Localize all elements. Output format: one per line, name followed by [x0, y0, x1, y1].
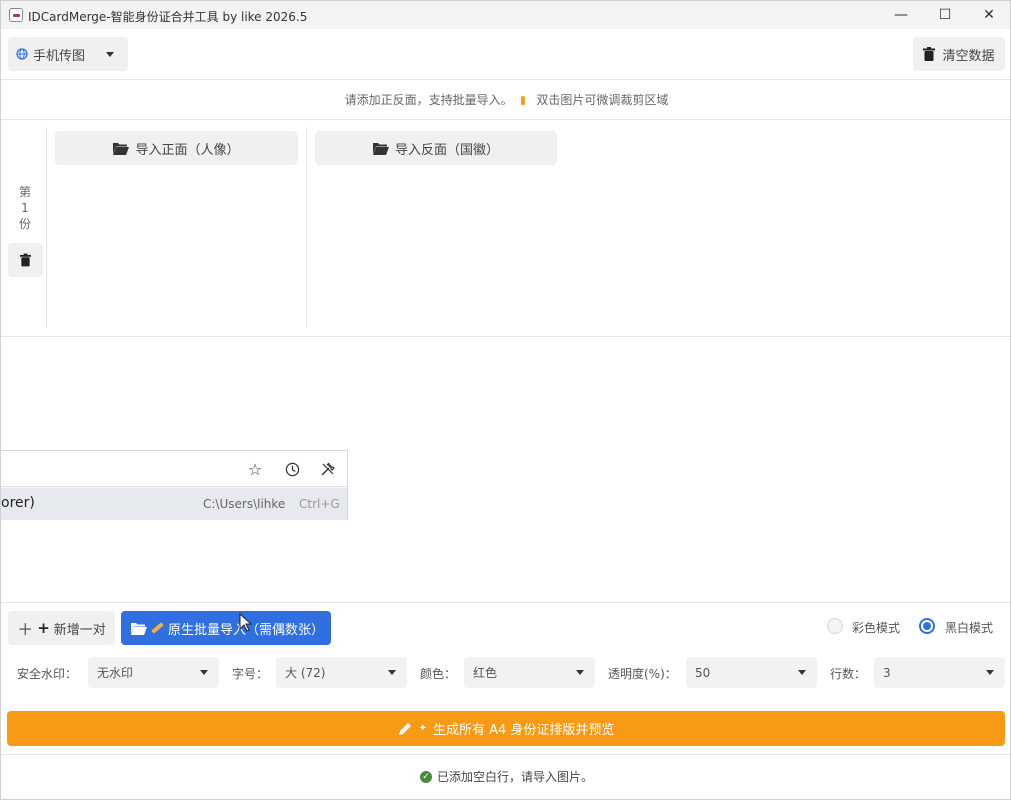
opacity-select[interactable]: 50 — [686, 657, 817, 688]
folder-open-icon — [113, 142, 130, 155]
check-circle-icon: ✓ — [419, 770, 432, 783]
color-mode-radio[interactable] — [827, 618, 843, 634]
hint-text: 请添加正反面，支持批量导入。 双击图片可微调裁剪区域 — [344, 93, 669, 107]
chevron-down-icon — [576, 670, 584, 675]
window-title: IDCardMerge-智能身份证合并工具 by like 2026.5 — [28, 10, 308, 24]
phone-upload-dropdown[interactable]: 手机传图 — [8, 37, 128, 71]
divider — [1, 119, 1010, 120]
bw-mode-label: 黑白模式 — [945, 621, 994, 635]
popup-item-text: orer) — [1, 495, 35, 511]
popup-item-shortcut: Ctrl+G — [299, 497, 340, 511]
divider — [306, 127, 307, 328]
clear-data-label: 清空数据 — [942, 48, 995, 64]
trash-icon — [20, 253, 31, 267]
phone-upload-label: 手机传图 — [33, 48, 86, 64]
title-bar: IDCardMerge-智能身份证合并工具 by like 2026.5 — ☐… — [1, 1, 1010, 29]
chevron-down-icon — [986, 670, 994, 675]
clear-data-button[interactable]: 清空数据 — [913, 37, 1005, 71]
maximize-button[interactable]: ☐ — [922, 1, 968, 29]
plus-icon: ＋ — [17, 620, 34, 639]
folder-open-icon — [372, 142, 389, 155]
close-button[interactable]: ✕ — [966, 1, 1010, 29]
opacity-label: 透明度(%)： — [608, 667, 677, 681]
rows-label: 行数： — [830, 667, 867, 681]
chevron-down-icon — [798, 670, 806, 675]
status-bar: ✓ 已添加空白行，请导入图片。 — [1, 768, 1010, 785]
globe-icon — [16, 48, 28, 60]
pin-icon — [520, 96, 525, 105]
font-size-label: 字号： — [232, 667, 269, 681]
watermark-select[interactable]: 无水印 — [88, 657, 219, 688]
status-text: 已添加空白行，请导入图片。 — [436, 770, 593, 784]
import-back-label: 导入反面（国徽） — [394, 142, 499, 158]
import-front-button[interactable]: 导入正面（人像） — [55, 131, 298, 165]
overlay-popup: ☆ orer) C:\Users\lihke Ctrl+G — [1, 450, 348, 520]
font-size-select[interactable]: 大 (72) — [276, 657, 407, 688]
divider — [1, 336, 1010, 337]
plus-icon: + — [37, 619, 50, 637]
batch-import-button[interactable]: 原生批量导入（需偶数张） — [121, 611, 331, 645]
app-window: IDCardMerge-智能身份证合并工具 by like 2026.5 — ☐… — [0, 0, 1011, 800]
card-label-char: 第 — [18, 185, 31, 199]
bw-mode-radio[interactable] — [919, 618, 935, 634]
magic-wand-icon — [151, 622, 164, 634]
import-front-label: 导入正面（人像） — [135, 142, 240, 158]
popup-item-path: C:\Users\lihke — [203, 497, 286, 511]
popup-list-item[interactable]: orer) C:\Users\lihke Ctrl+G — [1, 488, 347, 520]
card-label-char: 份 — [18, 217, 31, 231]
minimize-button[interactable]: — — [878, 1, 924, 29]
delete-card-button[interactable] — [8, 243, 43, 277]
divider — [1, 754, 1010, 755]
divider — [46, 127, 47, 328]
rows-select[interactable]: 3 — [874, 657, 1005, 688]
popup-toolbar: ☆ — [1, 451, 347, 487]
chevron-down-icon — [106, 51, 115, 57]
chevron-down-icon — [200, 670, 208, 675]
star-icon[interactable]: ☆ — [245, 459, 265, 479]
folder-open-icon — [131, 622, 147, 635]
card-label-char: 1 — [21, 201, 29, 215]
mouse-cursor-icon — [239, 612, 253, 636]
generate-label: 生成所有 A4 身份证排版并预览 — [432, 723, 615, 738]
add-pair-button[interactable]: ＋ + 新增一对 — [8, 611, 115, 645]
clock-icon[interactable] — [282, 459, 302, 479]
radio-selected-dot — [923, 622, 931, 630]
color-select[interactable]: 红色 — [464, 657, 595, 688]
chevron-down-icon — [388, 670, 396, 675]
divider — [1, 79, 1010, 80]
sparkle-icon: ✦ — [418, 723, 427, 734]
divider — [1, 602, 1010, 603]
app-icon — [9, 8, 23, 22]
add-pair-label: 新增一对 — [53, 622, 106, 638]
generate-preview-button[interactable]: ✦ 生成所有 A4 身份证排版并预览 — [7, 711, 1005, 746]
tools-icon[interactable] — [318, 459, 338, 479]
color-label: 颜色： — [420, 667, 457, 681]
import-back-button[interactable]: 导入反面（国徽） — [315, 131, 557, 165]
trash-icon — [923, 47, 936, 61]
pencil-icon — [398, 723, 411, 735]
watermark-label: 安全水印： — [17, 667, 78, 681]
color-mode-label: 彩色模式 — [852, 621, 901, 635]
